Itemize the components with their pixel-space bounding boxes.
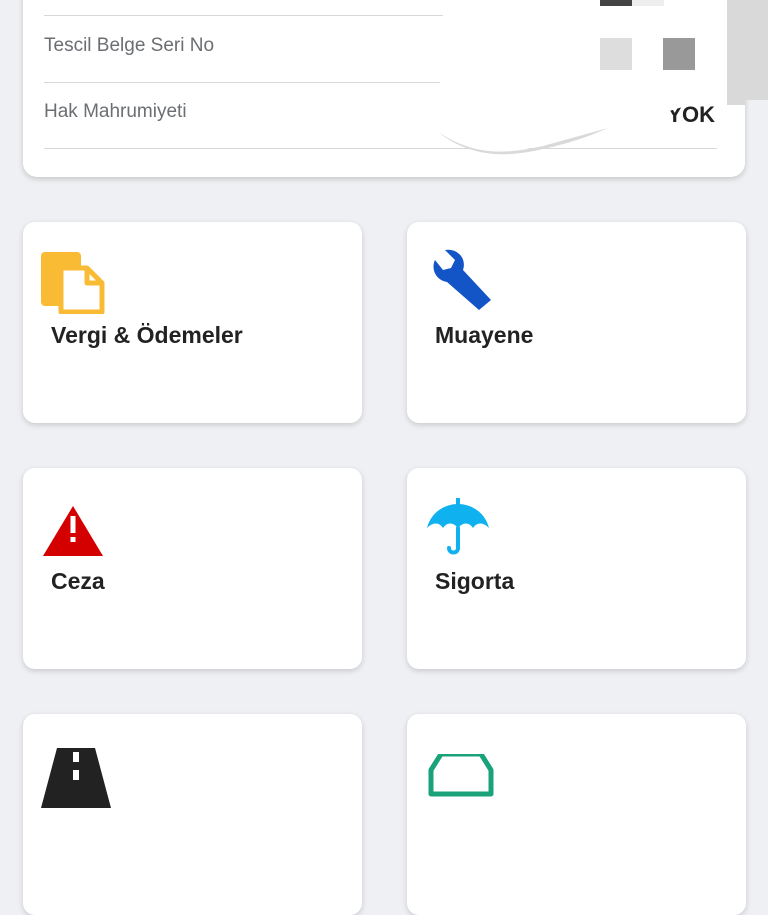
scroll-indicator [728,0,768,100]
row-label-tescil-belge: Tescil Belge Seri No [44,35,215,56]
documents-icon [41,248,111,315]
tile-label: Muayene [435,322,534,348]
umbrella-icon [425,494,495,560]
wrench-icon [425,248,495,314]
tile-label: Vergi & Ödemeler [51,322,243,348]
row-divider [44,82,440,83]
redaction-overlay [438,0,745,155]
tile-ceza[interactable]: Ceza [23,468,362,669]
tile-sigorta[interactable]: Sigorta [407,468,746,669]
vehicle-info-card: Tescil Belge Seri No Hak Mahrumiyeti YOK [23,0,745,177]
tile-road[interactable] [23,714,362,915]
tile-label: Sigorta [435,568,515,594]
tile-vergi-odemeler[interactable]: Vergi & Ödemeler [23,222,362,423]
row-label-hak-mahrumiyeti: Hak Mahrumiyeti [44,101,187,122]
tile-muayene[interactable]: Muayene [407,222,746,423]
car-icon [425,751,495,820]
warning-icon [41,494,111,560]
tile-label: Ceza [51,568,105,594]
road-icon [41,748,111,814]
tile-car[interactable] [407,714,746,915]
